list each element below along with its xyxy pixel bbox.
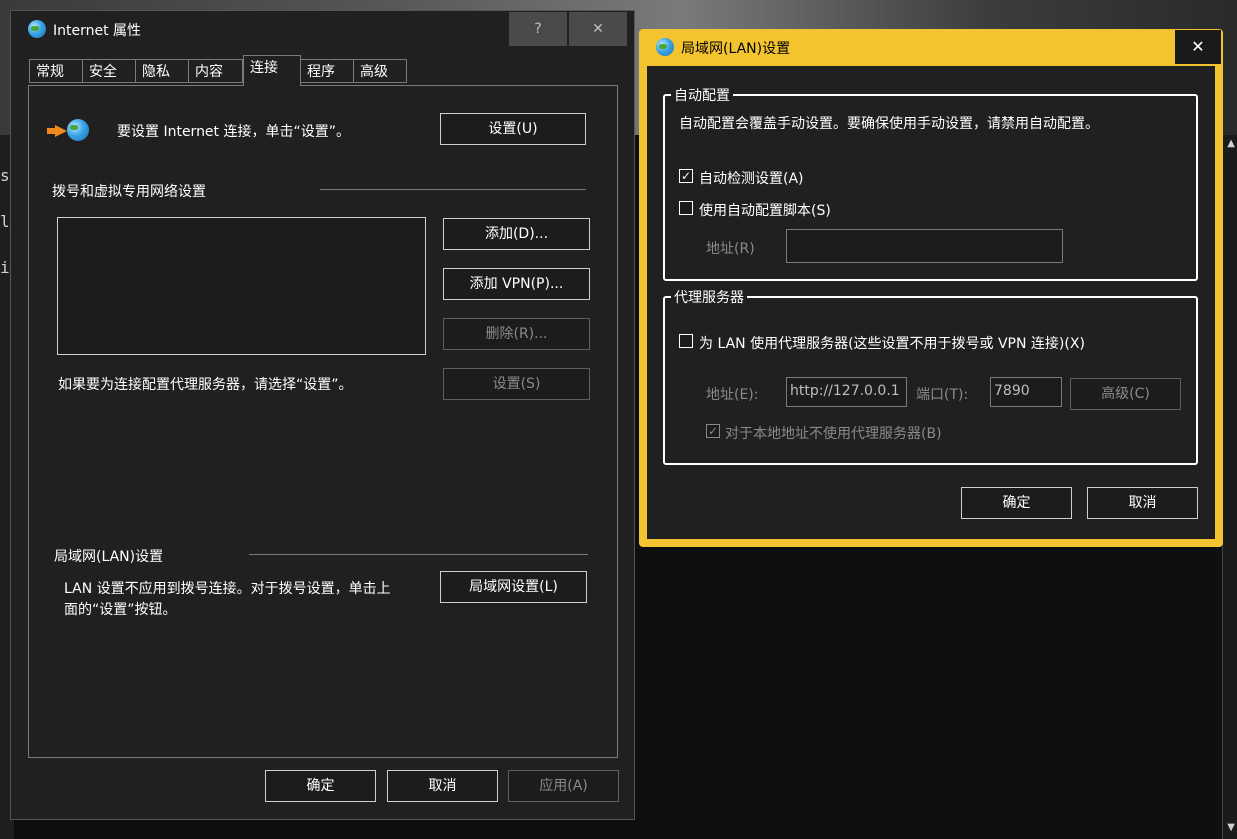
use-script-label[interactable]: 使用自动配置脚本(S): [699, 200, 831, 220]
auto-config-group: 自动配置 自动配置会覆盖手动设置。要确保使用手动设置，请禁用自动配置。 ✓ 自动…: [663, 85, 1198, 281]
background-scrollbar[interactable]: [1222, 135, 1237, 839]
dialog-body: 自动配置 自动配置会覆盖手动设置。要确保使用手动设置，请禁用自动配置。 ✓ 自动…: [647, 66, 1215, 539]
setup-button[interactable]: 设置(U): [440, 113, 586, 145]
auto-detect-checkbox[interactable]: ✓: [679, 169, 693, 183]
scroll-up-arrow-icon[interactable]: ▲: [1227, 138, 1235, 149]
internet-connection-wizard-icon: [47, 119, 93, 143]
code-char: s: [0, 166, 10, 185]
internet-globe-icon: [28, 20, 46, 38]
use-script-checkbox[interactable]: [679, 201, 693, 215]
cancel-button[interactable]: 取消: [1087, 487, 1198, 519]
proxy-server-group: 代理服务器 为 LAN 使用代理服务器(这些设置不用于拨号或 VPN 连接)(X…: [663, 287, 1198, 465]
bypass-local-label[interactable]: 对于本地地址不使用代理服务器(B): [725, 423, 942, 443]
remove-button[interactable]: 删除(R)...: [443, 318, 590, 350]
script-address-input[interactable]: [786, 229, 1063, 263]
use-proxy-checkbox[interactable]: [679, 334, 693, 348]
close-button[interactable]: ✕: [1175, 30, 1221, 64]
internet-globe-icon: [656, 38, 674, 56]
close-button[interactable]: ✕: [569, 12, 627, 46]
apply-button[interactable]: 应用(A): [508, 770, 619, 802]
tab-connections[interactable]: 连接: [243, 55, 301, 86]
script-address-label: 地址(R): [706, 241, 755, 257]
add-button[interactable]: 添加(D)...: [443, 218, 590, 250]
settings-button[interactable]: 设置(S): [443, 368, 590, 400]
dialup-section-title: 拨号和虚拟专用网络设置: [52, 184, 206, 200]
ok-button[interactable]: 确定: [961, 487, 1072, 519]
setup-description: 要设置 Internet 连接，单击“设置”。: [117, 124, 350, 140]
lan-settings-button[interactable]: 局域网设置(L): [440, 571, 587, 603]
scroll-down-arrow-icon[interactable]: ▼: [1227, 822, 1235, 833]
auto-config-description: 自动配置会覆盖手动设置。要确保使用手动设置，请禁用自动配置。: [679, 116, 1099, 132]
section-divider: [320, 189, 586, 190]
bypass-local-checkbox[interactable]: ✓: [706, 424, 720, 438]
port-label: 端口(T):: [916, 387, 969, 403]
tab-advanced[interactable]: 高级: [353, 59, 407, 83]
lan-description-line2: 面的“设置”按钮。: [64, 602, 177, 618]
code-char: i: [0, 258, 10, 277]
dialog-title: 局域网(LAN)设置: [681, 41, 791, 57]
tab-security[interactable]: 安全: [82, 59, 136, 83]
proxy-description: 如果要为连接配置代理服务器，请选择“设置”。: [58, 377, 353, 393]
proxy-group-title: 代理服务器: [671, 287, 747, 307]
advanced-button[interactable]: 高级(C): [1070, 378, 1181, 410]
lan-settings-dialog: 局域网(LAN)设置 ✕ 自动配置 自动配置会覆盖手动设置。要确保使用手动设置，…: [639, 29, 1223, 547]
background-terminal: [640, 545, 1237, 839]
lan-section-title: 局域网(LAN)设置: [54, 549, 164, 565]
port-input[interactable]: 7890: [990, 377, 1062, 407]
proxy-address-input[interactable]: http://127.0.0.1: [786, 377, 907, 407]
tab-privacy[interactable]: 隐私: [135, 59, 189, 83]
window-title: Internet 属性: [53, 23, 142, 39]
ok-button[interactable]: 确定: [265, 770, 376, 802]
section-divider: [249, 554, 588, 555]
tab-content[interactable]: 内容: [188, 59, 243, 83]
help-button[interactable]: ?: [509, 12, 567, 46]
lan-description-line1: LAN 设置不应用到拨号连接。对于拨号设置，单击上: [64, 581, 391, 597]
add-vpn-button[interactable]: 添加 VPN(P)...: [443, 268, 590, 300]
tab-general[interactable]: 常规: [29, 59, 83, 83]
tab-programs[interactable]: 程序: [300, 59, 354, 83]
use-proxy-label[interactable]: 为 LAN 使用代理服务器(这些设置不用于拨号或 VPN 连接)(X): [699, 333, 1085, 353]
code-char: l: [0, 212, 10, 231]
cancel-button[interactable]: 取消: [387, 770, 498, 802]
auto-config-group-title: 自动配置: [671, 85, 733, 105]
dialup-connections-list[interactable]: [57, 217, 426, 355]
internet-properties-window: Internet 属性 ? ✕ 常规 安全 隐私 内容 连接 程序 高级 要设置…: [10, 10, 635, 820]
proxy-address-label: 地址(E):: [706, 387, 759, 403]
window-titlebar[interactable]: Internet 属性 ? ✕: [11, 11, 634, 47]
auto-detect-label[interactable]: 自动检测设置(A): [699, 168, 804, 188]
